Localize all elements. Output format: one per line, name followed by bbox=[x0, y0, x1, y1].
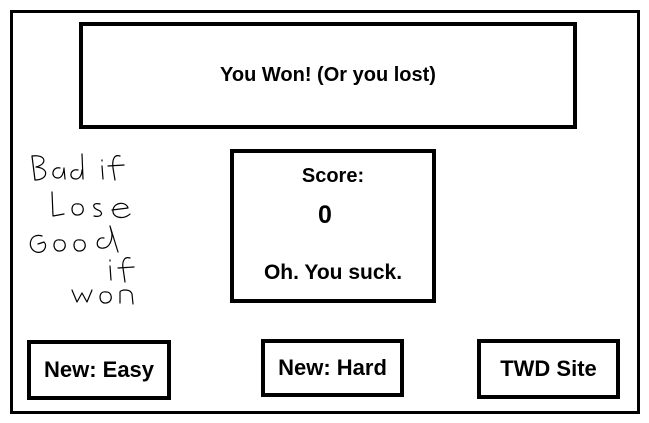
new-easy-button[interactable]: New: Easy bbox=[27, 340, 171, 400]
new-hard-button[interactable]: New: Hard bbox=[261, 339, 404, 397]
result-text: You Won! (Or you lost) bbox=[220, 64, 436, 86]
twd-site-button[interactable]: TWD Site bbox=[477, 339, 620, 399]
result-banner: You Won! (Or you lost) bbox=[79, 22, 577, 129]
score-message: Oh. You suck. bbox=[263, 261, 403, 284]
score-value: 0 bbox=[318, 201, 332, 229]
handwritten-annotation bbox=[29, 153, 135, 305]
score-label: Score: bbox=[301, 165, 365, 187]
score-panel: Score: 0 Oh. You suck. bbox=[230, 149, 436, 303]
